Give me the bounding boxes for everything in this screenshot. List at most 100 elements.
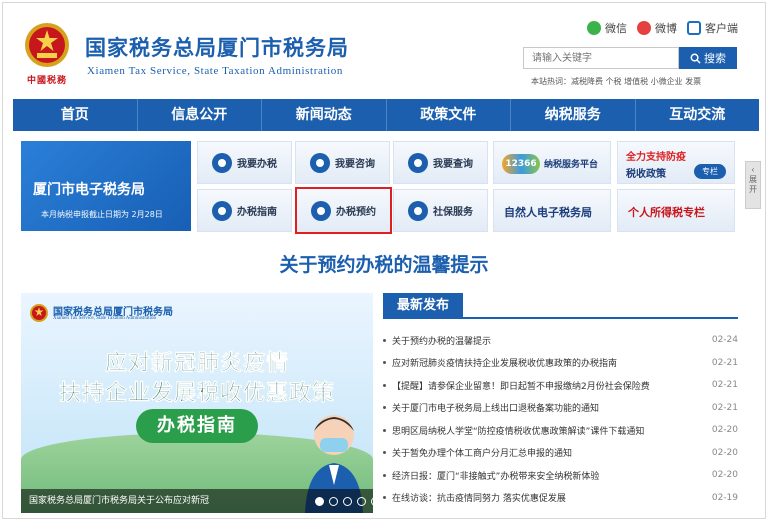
nav-policy[interactable]: 政策文件	[387, 99, 511, 131]
carousel-indicators	[315, 497, 373, 506]
individual-income-tax-column-link[interactable]: 个人所得税专栏	[617, 189, 735, 232]
banner-headline-1: 应对新冠肺炎疫情	[104, 351, 289, 377]
hot-keywords[interactable]: 本站热词：减税降费 个税 增值税 小微企业 发票	[531, 76, 701, 87]
chevron-left-icon: ‹	[751, 165, 755, 174]
weibo-link[interactable]: 微博	[637, 20, 677, 36]
wechat-link[interactable]: 微信	[587, 20, 627, 36]
quick-query-label: 我要查询	[433, 159, 473, 170]
carousel-dot-4[interactable]	[357, 497, 366, 506]
nav-home[interactable]: 首页	[13, 99, 138, 131]
search-button[interactable]: 搜索	[679, 47, 737, 69]
tax-service-platform-link[interactable]: 12366 纳税服务平台	[493, 141, 611, 184]
tab-latest-news[interactable]: 最新发布	[383, 293, 463, 319]
epidemic-policy-line2: 税收政策	[626, 169, 666, 180]
file-tax-icon	[212, 152, 232, 173]
quick-guide-button[interactable]: 办税指南	[197, 189, 292, 232]
electronic-tax-bureau-entry[interactable]: 厦门市电子税务局 本月纳税申报截止日期为 2月28日	[21, 141, 191, 231]
bullet-icon	[383, 473, 386, 477]
hotline-12366-badge: 12366	[502, 154, 540, 174]
page-frame: 中國税務 国家税务总局厦门市税务局 Xiamen Tax Service, St…	[2, 2, 766, 519]
consult-icon	[310, 152, 330, 173]
guide-icon	[212, 200, 232, 221]
list-item[interactable]: 在线访谈：抗击疫情同努力 落实优惠促发展 02-19	[383, 487, 738, 510]
banner-carousel[interactable]: 国家税务总局厦门市税务局 Xiamen Tax Service, State T…	[21, 293, 373, 513]
weibo-label: 微博	[655, 23, 677, 35]
mobile-client-icon	[687, 21, 701, 35]
etax-title: 厦门市电子税务局	[33, 182, 145, 198]
news-title: 关于厦门市电子税务局上线出口退税备案功能的通知	[392, 404, 600, 415]
weibo-icon	[637, 21, 651, 35]
nav-tax-service[interactable]: 纳税服务	[511, 99, 636, 131]
carousel-dot-1[interactable]	[315, 497, 324, 506]
list-item[interactable]: 思明区局纳税人学堂“防控疫情税收优惠政策解读”课件下载通知 02-20	[383, 419, 738, 442]
query-icon	[408, 152, 428, 173]
emblem-caption: 中國税務	[26, 76, 67, 86]
news-title: 关于预约办税的温馨提示	[392, 336, 492, 347]
bullet-icon	[383, 451, 386, 455]
banner-guide-pill: 办税指南	[136, 409, 258, 443]
news-date: 02-21	[711, 357, 738, 368]
epidemic-column-tag: 专栏	[694, 164, 726, 179]
carousel-dot-2[interactable]	[329, 497, 338, 506]
client-link[interactable]: 客户端	[687, 20, 738, 36]
site-title[interactable]: 国家税务总局厦门市税务局	[85, 32, 349, 62]
carousel-dot-5[interactable]	[371, 497, 373, 506]
bullet-icon	[383, 383, 386, 387]
etax-deadline-note: 本月纳税申报截止日期为 2月28日	[41, 210, 163, 219]
quick-social-security-label: 社保服务	[433, 207, 473, 218]
list-item[interactable]: 【提醒】请参保企业留意！即日起暂不申报缴纳2月份社会保险费 02-21	[383, 374, 738, 397]
search-icon	[690, 53, 701, 64]
news-list: 关于预约办税的温馨提示 02-24 应对新冠肺炎疫情扶持企业发展税收优惠政策的办税…	[383, 329, 738, 509]
list-item[interactable]: 关于预约办税的温馨提示 02-24	[383, 329, 738, 352]
nav-info-disclosure[interactable]: 信息公开	[138, 99, 262, 131]
epidemic-policy-column-link[interactable]: 全力支持防疫 税收政策 专栏	[617, 141, 735, 184]
bullet-icon	[383, 361, 386, 365]
side-expand-tab[interactable]: ‹ 展开	[745, 161, 761, 209]
search-button-label: 搜索	[704, 52, 726, 65]
carousel-dot-3[interactable]	[343, 497, 352, 506]
news-date: 02-24	[711, 335, 738, 346]
search-input[interactable]	[523, 47, 679, 69]
news-title: 在线访谈：抗击疫情同努力 落实优惠促发展	[392, 494, 566, 505]
list-item[interactable]: 经济日报：厦门“非接触式”办税带来安全纳税新体验 02-20	[383, 464, 738, 487]
news-date: 02-20	[711, 447, 738, 458]
news-title: 思明区局纳税人学堂“防控疫情税收优惠政策解读”课件下载通知	[392, 426, 645, 437]
nav-news[interactable]: 新闻动态	[262, 99, 387, 131]
banner-org-name-en: Xiamen Tax Service, State Taxation Admin…	[53, 316, 156, 321]
quick-appointment-label: 办税预约	[336, 207, 376, 218]
list-item[interactable]: 应对新冠肺炎疫情扶持企业发展税收优惠政策的办税指南 02-21	[383, 352, 738, 375]
news-date: 02-20	[711, 470, 738, 481]
natural-person-etax-link[interactable]: 自然人电子税务局	[493, 189, 611, 232]
quick-file-tax-label: 我要办税	[237, 159, 277, 170]
quick-file-tax-button[interactable]: 我要办税	[197, 141, 292, 184]
news-date: 02-21	[711, 402, 738, 413]
news-title: 关于暂免办理个体工商户分月汇总申报的通知	[392, 449, 573, 460]
news-date: 02-20	[711, 425, 738, 436]
quick-social-security-button[interactable]: 社保服务	[393, 189, 488, 232]
news-header: 最新发布	[383, 293, 738, 319]
main-nav: 首页 信息公开 新闻动态 政策文件 纳税服务 互动交流	[13, 99, 759, 131]
quick-consult-button[interactable]: 我要咨询	[295, 141, 390, 184]
quick-appointment-button[interactable]: 办税预约	[295, 187, 392, 234]
individual-income-tax-label: 个人所得税专栏	[628, 206, 705, 219]
news-title: 经济日报：厦门“非接触式”办税带来安全纳税新体验	[392, 471, 600, 482]
news-title: 应对新冠肺炎疫情扶持企业发展税收优惠政策的办税指南	[392, 359, 618, 370]
social-security-icon	[408, 200, 428, 221]
side-expand-label: 展开	[749, 175, 757, 194]
quick-query-button[interactable]: 我要查询	[393, 141, 488, 184]
list-item[interactable]: 关于厦门市电子税务局上线出口退税备案功能的通知 02-21	[383, 397, 738, 420]
client-label: 客户端	[705, 23, 738, 35]
news-title: 【提醒】请参保企业留意！即日起暂不申报缴纳2月份社会保险费	[392, 381, 650, 392]
banner-emblem-icon	[30, 304, 48, 322]
epidemic-policy-line1: 全力支持防疫	[626, 152, 686, 163]
list-item[interactable]: 关于暂免办理个体工商户分月汇总申报的通知 02-20	[383, 442, 738, 465]
banner-headline-2: 扶持企业发展税收优惠政策	[58, 381, 335, 407]
notice-headline[interactable]: 关于预约办税的温馨提示	[3, 250, 765, 277]
news-date: 02-19	[711, 492, 738, 503]
bullet-icon	[383, 406, 386, 410]
appointment-icon	[311, 200, 331, 221]
nav-interaction[interactable]: 互动交流	[636, 99, 760, 131]
wechat-icon	[587, 21, 601, 35]
tax-service-platform-label: 纳税服务平台	[544, 160, 599, 170]
bullet-icon	[383, 338, 386, 342]
